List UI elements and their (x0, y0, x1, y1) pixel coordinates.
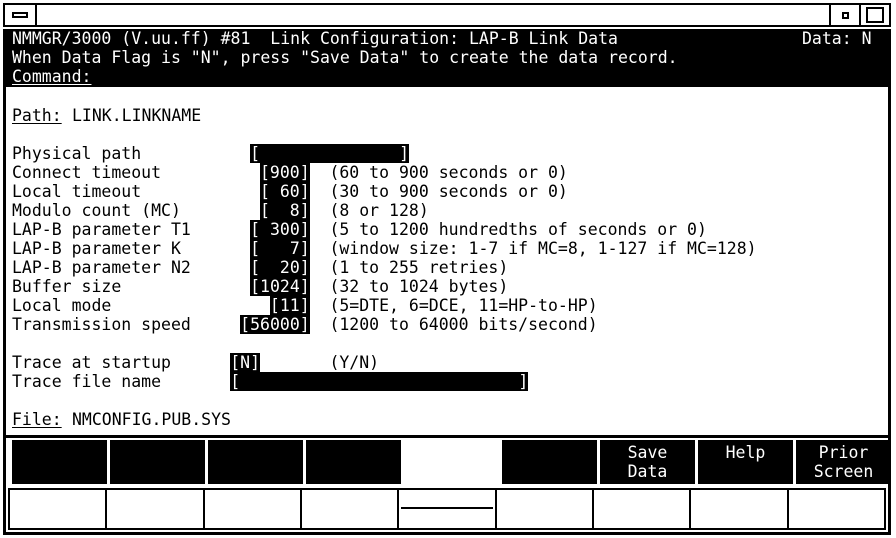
window-maximize-button[interactable] (859, 5, 889, 25)
field-input[interactable]: [ 60] (260, 182, 310, 201)
trace-field-input[interactable]: [ ] (230, 372, 529, 391)
function-key-bar: Save Data Help Prior Screen (3, 435, 891, 535)
function-key-7[interactable]: Save Data (600, 440, 695, 484)
title-bar (3, 3, 891, 27)
function-key-slot[interactable] (399, 490, 497, 528)
banner-area: NMMGR/3000 (V.uu.ff) #81 Link Configurat… (6, 29, 888, 87)
field-hint: (5 to 1200 hundredths of seconds or 0) (329, 220, 707, 239)
field-hint: (8 or 128) (329, 201, 429, 220)
window-minimize-button[interactable] (5, 5, 37, 25)
field-label: Modulo count (MC) (12, 201, 181, 220)
function-key-8[interactable]: Help (698, 440, 793, 484)
trace-field-input[interactable]: [N] (230, 353, 261, 372)
field-input[interactable]: [ ] (250, 144, 410, 163)
field-input[interactable]: [56000] (240, 315, 310, 334)
field-hint: (30 to 900 seconds or 0) (329, 182, 568, 201)
field-hint: (5=DTE, 6=DCE, 11=HP-to-HP) (329, 296, 598, 315)
field-hint: (1 to 255 retries) (329, 258, 509, 277)
field-input[interactable]: [11] (269, 296, 310, 315)
window-restore-button[interactable] (829, 5, 859, 25)
function-key-slot[interactable] (204, 490, 302, 528)
function-key-slot[interactable] (496, 490, 594, 528)
maximize-icon (866, 7, 884, 23)
field-input[interactable]: [ 300] (250, 220, 310, 239)
key-divider (401, 507, 493, 509)
command-input[interactable] (102, 67, 882, 86)
field-hint: (60 to 900 seconds or 0) (329, 163, 568, 182)
minimize-icon (12, 12, 28, 18)
function-key-grid (8, 488, 886, 530)
field-label: Connect timeout (12, 163, 162, 182)
banner-instruction: When Data Flag is "N", press "Save Data"… (12, 48, 678, 67)
command-label: Command: (12, 67, 92, 86)
field-label: Local mode (12, 296, 112, 315)
function-key-3[interactable] (208, 440, 303, 484)
field-input[interactable]: [900] (260, 163, 310, 182)
function-key-5 (404, 440, 499, 484)
field-hint: (window size: 1-7 if MC=8, 1-127 if MC=1… (329, 239, 757, 258)
field-hint: (32 to 1024 bytes) (329, 277, 509, 296)
trace-field-label: Trace at startup (12, 353, 171, 372)
restore-icon (842, 12, 849, 19)
function-key-1[interactable] (12, 440, 107, 484)
function-key-slot[interactable] (691, 490, 789, 528)
trace-field-label: Trace file name (12, 372, 162, 391)
function-key-4[interactable] (306, 440, 401, 484)
path-label: Path: (12, 106, 62, 125)
function-key-slot[interactable] (10, 490, 108, 528)
function-key-2[interactable] (110, 440, 205, 484)
file-value: NMCONFIG.PUB.SYS (72, 410, 231, 429)
field-label: LAP-B parameter N2 (12, 258, 191, 277)
function-key-slot[interactable] (788, 490, 884, 528)
field-label: Local timeout (12, 182, 142, 201)
field-hint: (1200 to 64000 bits/second) (329, 315, 598, 334)
field-label: Transmission speed (12, 315, 191, 334)
function-key-9[interactable]: Prior Screen (796, 440, 891, 484)
path-value: LINK.LINKNAME (72, 106, 202, 125)
field-label: LAP-B parameter T1 (12, 220, 191, 239)
banner-title: NMMGR/3000 (V.uu.ff) #81 Link Configurat… (12, 29, 618, 48)
function-key-slot[interactable] (301, 490, 400, 528)
field-input[interactable]: [ 20] (250, 258, 310, 277)
trace-field-hint: (Y/N) (329, 353, 380, 372)
terminal-screen: NMMGR/3000 (V.uu.ff) #81 Link Configurat… (3, 29, 891, 435)
file-label: File: (12, 410, 62, 429)
field-label: Physical path (12, 144, 142, 163)
field-label: LAP-B parameter K (12, 239, 181, 258)
function-key-labels: Save Data Help Prior Screen (6, 440, 891, 486)
field-label: Buffer size (12, 277, 122, 296)
field-input[interactable]: [ 8] (260, 201, 310, 220)
function-key-slot[interactable] (593, 490, 692, 528)
terminal-window: NMMGR/3000 (V.uu.ff) #81 Link Configurat… (0, 0, 896, 538)
field-input[interactable]: [ 7] (250, 239, 310, 258)
function-key-6[interactable] (502, 440, 597, 484)
function-key-slot[interactable] (107, 490, 205, 528)
banner-data-flag: Data: N (802, 29, 872, 48)
field-input[interactable]: [1024] (250, 277, 310, 296)
